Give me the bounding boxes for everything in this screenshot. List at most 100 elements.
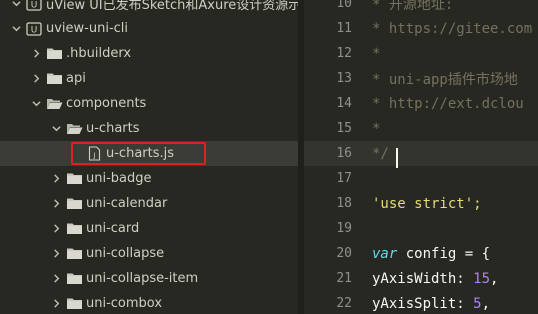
line-number: 15	[336, 121, 352, 136]
tree-item-label: uni-calendar	[86, 196, 168, 211]
tree-item-label: uni-collapse	[86, 246, 165, 261]
line-number: 20	[336, 246, 352, 261]
folder-item[interactable]: .hbuilderx	[0, 41, 298, 66]
tree-item-label: u-charts	[86, 121, 140, 136]
line-number: 19	[336, 221, 352, 236]
code-line[interactable]: 18 'use strict';	[304, 191, 538, 216]
number-token: 15	[473, 270, 491, 287]
folder-icon	[65, 272, 83, 286]
code-line[interactable]: 14 * http://ext.dclou	[304, 91, 538, 116]
folder-open-icon	[45, 97, 63, 111]
line-code: *	[372, 120, 381, 137]
chevron-right-icon[interactable]	[30, 48, 42, 60]
folder-icon	[65, 172, 83, 186]
svg-text:U: U	[31, 25, 38, 35]
project-icon: U	[25, 21, 43, 36]
line-code: */	[372, 145, 389, 162]
chevron-down-icon[interactable]	[50, 123, 62, 135]
folder-icon	[65, 247, 83, 261]
code-line[interactable]: 22 yAxisSplit: 5,	[304, 291, 538, 314]
folder-icon	[45, 72, 63, 86]
tree-item-label: uni-badge	[86, 171, 152, 186]
tree-item-label: components	[66, 96, 147, 111]
chevron-right-icon[interactable]	[50, 223, 62, 235]
text-cursor	[396, 148, 398, 168]
chevron-right-icon[interactable]	[50, 273, 62, 285]
chevron-down-icon[interactable]	[10, 0, 22, 10]
folder-item[interactable]: uni-collapse	[0, 241, 298, 266]
line-code: yAxisWidth: 15,	[372, 271, 498, 287]
line-number: 13	[336, 71, 352, 86]
folder-item[interactable]: uni-combox	[0, 291, 298, 314]
code-line[interactable]: 11 * https://gitee.com	[304, 16, 538, 41]
chevron-down-icon[interactable]	[30, 98, 42, 110]
svg-text:U: U	[31, 0, 38, 10]
code-line[interactable]: 13 * uni-app插件市场地	[304, 66, 538, 91]
chevron-right-icon[interactable]	[50, 198, 62, 210]
tree-item-label: uni-card	[86, 221, 140, 236]
line-code: 'use strict';	[372, 195, 482, 212]
punctuation-token: ,	[490, 270, 499, 287]
folder-icon	[45, 47, 63, 61]
folder-item[interactable]: uni-collapse-item	[0, 266, 298, 291]
tree-item-label: uView UI已发布Sketch和Axure设计资源示例	[46, 0, 298, 13]
project-explorer: UuView UI已发布Sketch和Axure设计资源示例 Uuview-uni…	[0, 0, 298, 314]
folder-icon	[65, 222, 83, 236]
code-line[interactable]: 19	[304, 216, 538, 241]
tree-item-label: u-charts.js	[106, 146, 175, 161]
chevron-right-icon[interactable]	[50, 298, 62, 310]
line-number: 21	[336, 271, 352, 286]
line-number: 11	[336, 21, 352, 36]
number-token: 5	[473, 295, 482, 312]
property-key-token: yAxisSplit:	[372, 295, 474, 312]
chevron-right-icon[interactable]	[30, 73, 42, 85]
js-file-icon: J	[85, 146, 103, 161]
tree-item-label: .hbuilderx	[66, 46, 132, 61]
line-code: * uni-app插件市场地	[372, 71, 518, 88]
line-code: var config = {	[372, 246, 490, 262]
folder-item[interactable]: uni-calendar	[0, 191, 298, 216]
tree-item-label: api	[66, 71, 86, 86]
project-icon: U	[25, 0, 43, 11]
chevron-right-icon[interactable]	[50, 173, 62, 185]
punctuation-token: ,	[481, 295, 491, 312]
line-number: 17	[336, 171, 352, 186]
folder-item[interactable]: api	[0, 66, 298, 91]
folder-icon	[65, 197, 83, 211]
project-item[interactable]: Uuview-uni-cli	[0, 16, 298, 41]
line-code: * https://gitee.com	[372, 20, 533, 37]
tree-item-label: uni-combox	[86, 296, 163, 311]
folder-item[interactable]: uni-card	[0, 216, 298, 241]
chevron-right-icon[interactable]	[50, 248, 62, 260]
folder-item[interactable]: components	[0, 91, 298, 116]
code-line[interactable]: 20 var config = {	[304, 241, 538, 266]
code-token: config = {	[397, 245, 491, 262]
line-code: * 开源地址:	[372, 0, 454, 13]
code-line[interactable]: 17	[304, 166, 538, 191]
line-code: *	[372, 45, 381, 62]
line-number: 12	[336, 46, 352, 61]
code-line[interactable]: 12 *	[304, 41, 538, 66]
code-line[interactable]: 16 */	[304, 141, 538, 166]
property-key-token: yAxisWidth:	[372, 270, 474, 287]
line-number: 14	[336, 96, 352, 111]
folder-item[interactable]: u-charts	[0, 116, 298, 141]
line-code: * http://ext.dclou	[372, 95, 524, 112]
code-line[interactable]: 15 *	[304, 116, 538, 141]
folder-item[interactable]: uni-badge	[0, 166, 298, 191]
line-number: 18	[336, 196, 352, 211]
tree-item-label: uni-collapse-item	[86, 271, 199, 286]
code-line[interactable]: 21 yAxisWidth: 15,	[304, 266, 538, 291]
keyword-token: var	[372, 245, 398, 262]
chevron-down-icon[interactable]	[10, 23, 22, 35]
line-number: 10	[336, 0, 352, 11]
line-number: 16	[336, 146, 352, 161]
code-editor[interactable]: 10 * 开源地址: 11 * https://gitee.com 12 * 13 *…	[304, 0, 538, 314]
project-item[interactable]: UuView UI已发布Sketch和Axure设计资源示例	[0, 0, 298, 16]
file-item[interactable]: Ju-charts.js	[0, 141, 298, 166]
line-number: 22	[336, 296, 352, 311]
folder-open-icon	[65, 122, 83, 136]
tree-item-label: uview-uni-cli	[46, 21, 129, 36]
svg-text:J: J	[92, 152, 95, 160]
code-line[interactable]: 10 * 开源地址:	[304, 0, 538, 16]
